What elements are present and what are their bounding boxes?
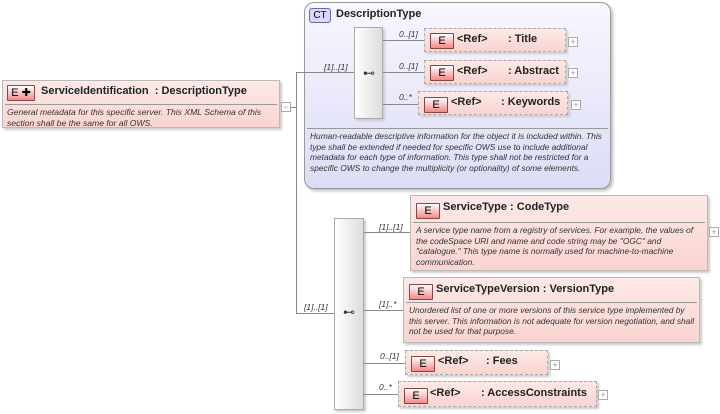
element-ref-fees[interactable]: E <Ref> : Fees <box>405 350 548 375</box>
cardinality: [1]..* <box>379 299 397 309</box>
element-name: : AccessConstraints <box>481 387 587 399</box>
element-badge: E <box>430 33 454 49</box>
expand-icon[interactable]: + <box>568 37 578 47</box>
element-ref-abstract[interactable]: E <Ref> : Abstract <box>424 60 566 84</box>
cardinality: 0..[1] <box>380 351 399 361</box>
element-badge: E <box>424 97 448 113</box>
collapse-icon[interactable]: − <box>281 102 291 112</box>
ref-label: <Ref> <box>457 65 488 77</box>
element-servicetypeversion[interactable]: E ServiceTypeVersion : VersionType Unord… <box>403 277 700 343</box>
element-name: : Title <box>508 33 538 45</box>
ref-label: <Ref> <box>430 387 461 399</box>
element-doc: Unordered list of one or more versions o… <box>409 305 695 336</box>
ref-label: <Ref> <box>451 96 482 108</box>
element-badge: E ✚ <box>7 85 35 101</box>
element-name: : Keywords <box>501 96 561 108</box>
element-doc: A service type name from a registry of s… <box>416 225 694 267</box>
ref-label: <Ref> <box>438 355 469 367</box>
element-name: ServiceTypeVersion : VersionType <box>436 283 615 295</box>
element-badge: E <box>411 356 435 372</box>
element-name: : Abstract <box>508 65 559 77</box>
element-ref-keywords[interactable]: E <Ref> : Keywords <box>418 91 568 115</box>
ct-badge: CT <box>309 8 331 23</box>
element-name: ServiceIdentification : DescriptionType <box>41 85 247 97</box>
element-badge: E <box>409 284 433 300</box>
element-badge: E <box>416 203 440 219</box>
element-doc: General metadata for this specific serve… <box>7 107 262 128</box>
expand-icon[interactable]: + <box>568 68 578 78</box>
element-badge: E <box>430 65 454 81</box>
cardinality: 0..[1] <box>399 29 418 39</box>
sequence-icon: ⊷ <box>363 66 375 80</box>
divider <box>5 104 277 105</box>
element-name: : Fees <box>486 355 518 367</box>
expand-icon[interactable]: + <box>598 390 608 400</box>
cardinality: 0..* <box>399 92 412 102</box>
sequence-compositor[interactable]: ⊷ <box>354 27 383 119</box>
connector <box>297 72 354 73</box>
element-ref-accessconstraints[interactable]: E <Ref> : AccessConstraints <box>398 381 597 407</box>
element-ref-title[interactable]: E <Ref> : Title <box>424 28 566 52</box>
cardinality: [1]..[1] <box>324 62 348 72</box>
connector <box>296 72 297 314</box>
expand-icon[interactable]: + <box>571 100 581 110</box>
ct-name: DescriptionType <box>336 8 422 20</box>
cardinality: [1]..[1] <box>304 302 328 312</box>
sequence-icon: ⊷ <box>343 305 355 319</box>
cardinality: [1]..[1] <box>379 222 403 232</box>
sequence-compositor[interactable]: ⊷ <box>334 218 364 410</box>
ref-label: <Ref> <box>457 33 488 45</box>
expand-icon[interactable]: + <box>709 227 719 237</box>
element-badge: E <box>404 388 428 404</box>
divider <box>307 128 608 129</box>
ct-doc: Human-readable descriptive information f… <box>310 131 602 173</box>
cardinality: 0..* <box>379 382 392 392</box>
element-name: ServiceType : CodeType <box>443 201 570 213</box>
root-element-serviceidentification[interactable]: E ✚ ServiceIdentification : DescriptionT… <box>2 80 280 128</box>
expand-icon[interactable]: + <box>550 360 560 370</box>
element-servicetype[interactable]: E ServiceType : CodeType A service type … <box>410 195 708 271</box>
cardinality: 0..[1] <box>399 61 418 71</box>
